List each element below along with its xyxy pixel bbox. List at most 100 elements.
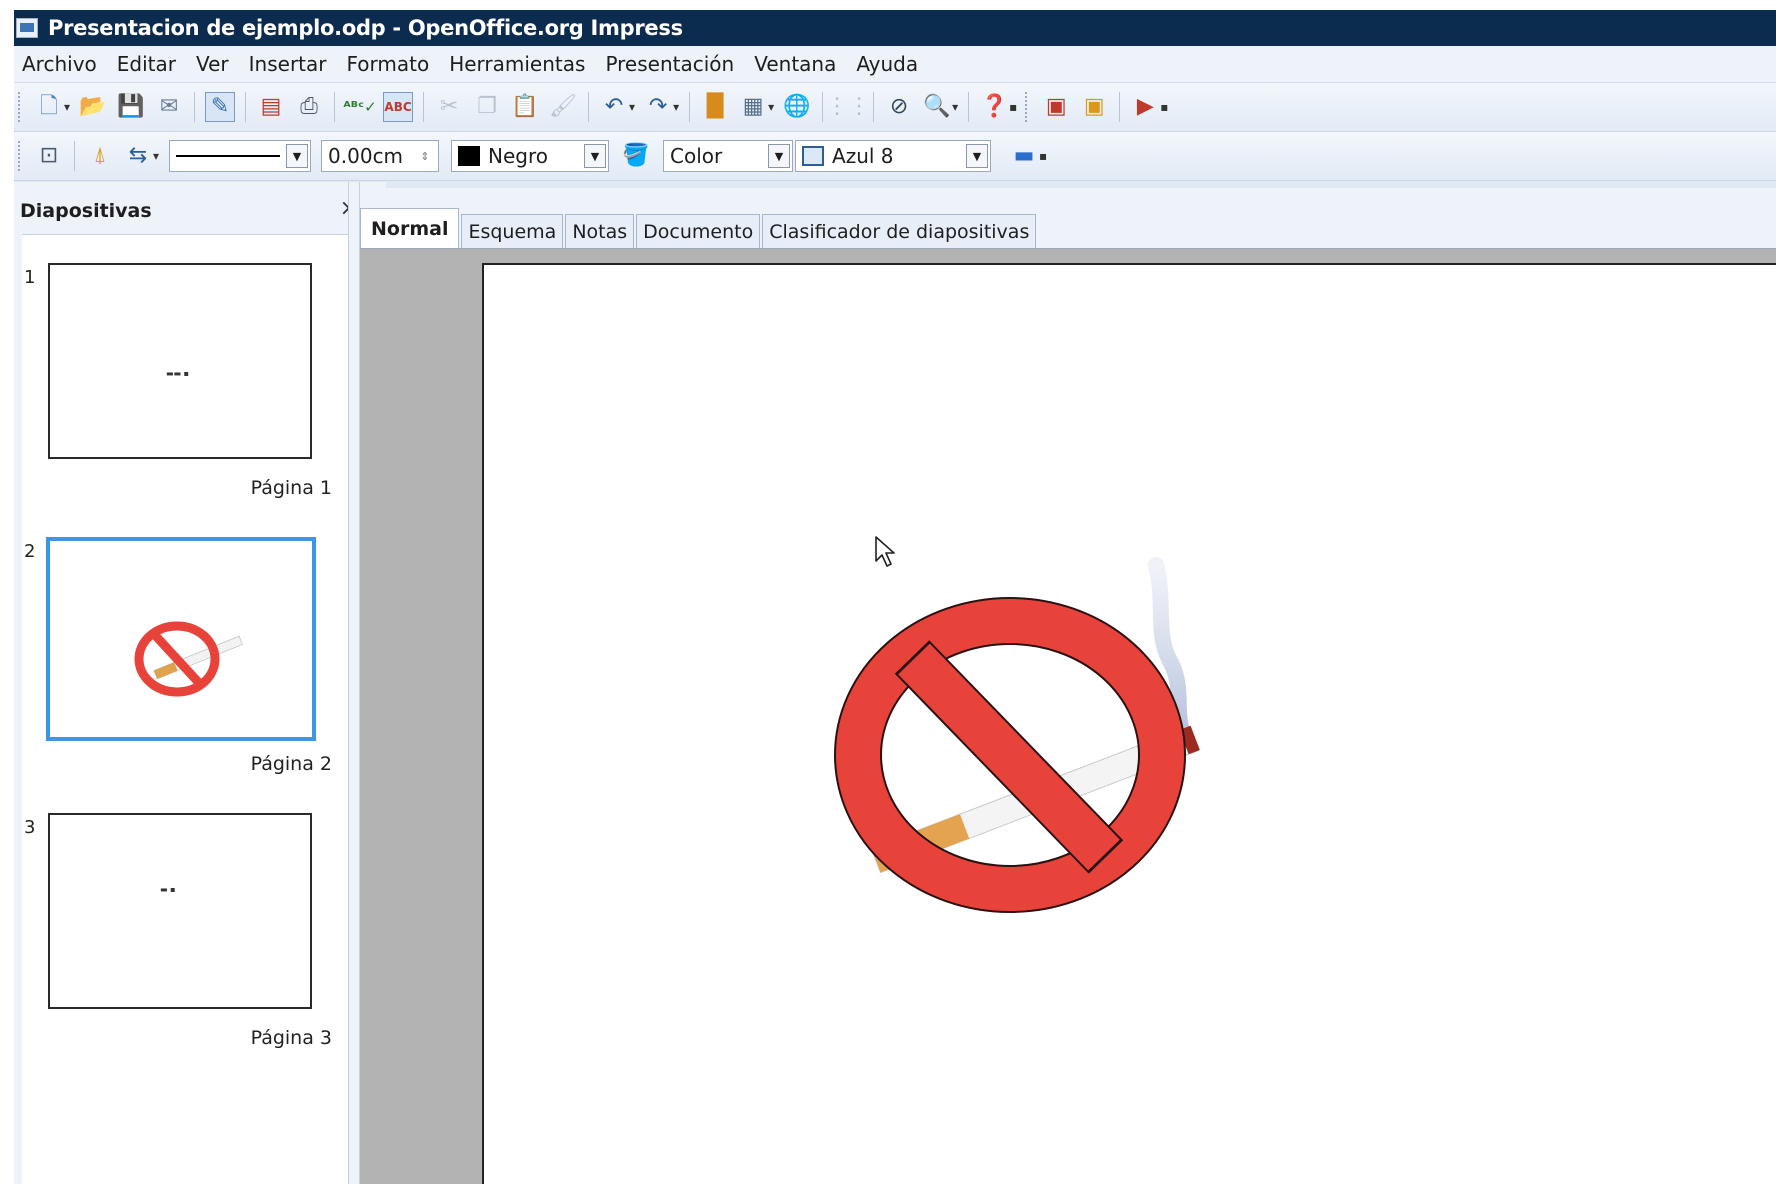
menu-archivo[interactable]: Archivo [22,52,97,76]
tab-notas[interactable]: Notas [565,214,635,248]
toolbar-separator [194,92,196,122]
no-smoking-thumbnail [134,621,243,697]
line-color-swatch [458,146,481,166]
export-pdf-icon[interactable]: ▤ [256,92,286,122]
tab-normal[interactable]: Normal [360,208,460,248]
arrow-style-dropdown-icon[interactable]: ▾ [153,149,159,163]
line-icon[interactable]: ⍋ [85,141,115,171]
chevron-down-icon[interactable]: ▼ [286,144,309,168]
menu-insertar[interactable]: Insertar [249,52,327,76]
toolbar-separator [588,92,590,122]
edit-file-icon[interactable]: ✎ [205,92,236,122]
impress-app-icon [16,18,38,38]
grid-icon[interactable]: ⋮⋮ [826,92,870,122]
redo-dropdown-icon[interactable]: ▾ [673,100,679,114]
toolbar-grip[interactable] [1025,92,1031,122]
menu-ver[interactable]: Ver [196,52,229,76]
email-icon[interactable]: ✉ [154,92,184,122]
toolbar-separator [1119,92,1121,122]
no-smoking-image[interactable] [834,545,1244,925]
autospellcheck-icon[interactable]: ABC [383,92,414,122]
undo-dropdown-icon[interactable]: ▾ [629,100,635,114]
menu-presentacion[interactable]: Presentación [605,52,734,76]
slide-thumbnail-1[interactable]: 1 ▬▬ ▪ Página 1 [22,235,348,505]
line-color-value: Negro [488,144,549,168]
area-color-swatch [802,146,825,166]
tab-esquema[interactable]: Esquema [461,214,564,248]
line-width-value: 0.00cm [328,144,404,168]
slideshow-icon[interactable]: ▶ [1130,92,1160,122]
slide-number: 2 [24,541,36,562]
table-icon[interactable]: ▦ [738,92,768,122]
menu-formato[interactable]: Formato [346,52,429,76]
toolbar-options-icon[interactable]: ▪ [1160,100,1168,114]
chart-icon[interactable]: ▐▌ [698,92,732,122]
slide-canvas[interactable] [482,263,1776,1184]
arrow-style-icon[interactable]: ⇆ [123,141,153,171]
print-icon[interactable]: ⎙ [294,92,324,122]
toolbar-separator [74,141,75,171]
tab-documento[interactable]: Documento [636,214,761,248]
toolbar-separator [822,92,824,122]
slide-number: 1 [24,267,36,288]
menu-editar[interactable]: Editar [117,52,176,76]
page-label: Página 1 [250,477,332,499]
paste-icon[interactable]: 📋 [510,92,540,122]
line-style-select[interactable]: ▼ [169,140,312,172]
hyperlink-icon[interactable]: 🌐 [782,92,812,122]
standard-toolbar: 🗋 ▾ 📂 💾 ✉ ✎ ▤ ⎙ ᴬᴮᶜ✓ ABC ✂ ❐ 📋 🖌 ↶ ▾ ↷ ▾ ▐▌… [14,83,1776,132]
slide-preview[interactable]: ▬ ▪ [48,813,312,1009]
slide-preview[interactable]: ▬▬ ▪ [48,263,312,459]
toolbar-options-icon[interactable]: ▪ [1039,149,1047,163]
line-fill-toolbar: ⊡ ⍋ ⇆ ▾ ▼ 0.00cm ⇕ Negro ▼ 🪣 Color ▼ Azul… [14,132,1776,181]
spin-arrows-icon[interactable]: ⇕ [414,144,436,168]
save-icon[interactable]: 💾 [116,92,146,122]
page-label: Página 3 [250,1027,332,1049]
open-folder-icon[interactable]: 📂 [78,92,108,122]
redo-icon[interactable]: ↷ [643,92,673,122]
chevron-down-icon[interactable]: ▼ [584,144,607,168]
slide-design-icon[interactable]: ▣ [1041,92,1071,122]
slide-work-area [360,248,1776,1184]
styles-icon[interactable]: ⊡ [34,141,64,171]
area-fill-icon[interactable]: 🪣 [621,141,651,171]
navigator-icon[interactable]: ⊘ [884,92,914,122]
line-color-select[interactable]: Negro ▼ [451,140,610,172]
slide-thumbnail-3[interactable]: 3 ▬ ▪ Página 3 [22,785,348,1055]
toolbar-options-icon[interactable]: ▪ [1009,100,1017,114]
zoom-dropdown-icon[interactable]: ▾ [952,100,958,114]
slide-layout-icon[interactable]: ▣ [1079,92,1109,122]
area-color-select[interactable]: Azul 8 ▼ [795,140,992,172]
copy-icon[interactable]: ❐ [472,92,502,122]
slide-list: 1 ▬▬ ▪ Página 1 2 Página 2 3 ▬ ▪ Página … [22,234,348,1184]
view-tabs: Normal Esquema Notas Documento Clasifica… [360,208,1038,248]
menu-herramientas[interactable]: Herramientas [449,52,585,76]
table-dropdown-icon[interactable]: ▾ [768,100,774,114]
clone-format-icon[interactable]: 🖌 [548,92,578,122]
zoom-icon[interactable]: 🔍 [922,92,952,122]
area-color-value: Azul 8 [832,144,894,168]
toolbar-separator [689,92,691,122]
slide-preview[interactable] [46,537,316,741]
chevron-down-icon[interactable]: ▼ [768,144,791,168]
new-dropdown-icon[interactable]: ▾ [64,100,70,114]
new-document-icon[interactable]: 🗋 [34,92,64,122]
pane-splitter[interactable] [348,182,360,1184]
undo-icon[interactable]: ↶ [599,92,629,122]
cut-icon[interactable]: ✂ [434,92,464,122]
line-width-spinner[interactable]: 0.00cm ⇕ [321,140,440,172]
line-style-preview [176,155,281,157]
spellcheck-icon[interactable]: ᴬᴮᶜ✓ [343,92,376,122]
toolbar-separator [245,92,247,122]
menu-ayuda[interactable]: Ayuda [856,52,918,76]
area-style-select[interactable]: Color ▼ [663,140,794,172]
help-icon[interactable]: ❓ [979,92,1009,122]
tab-clasificador[interactable]: Clasificador de diapositivas [762,214,1037,248]
slide-thumbnail-2[interactable]: 2 Página 2 [22,511,348,781]
toolbar-grip[interactable] [18,92,24,122]
toolbar-grip[interactable] [18,141,24,171]
menu-ventana[interactable]: Ventana [754,52,836,76]
menu-bar: Archivo Editar Ver Insertar Formato Herr… [14,46,1776,83]
chevron-down-icon[interactable]: ▼ [966,144,989,168]
shadow-icon[interactable]: ▬ [1009,141,1039,171]
